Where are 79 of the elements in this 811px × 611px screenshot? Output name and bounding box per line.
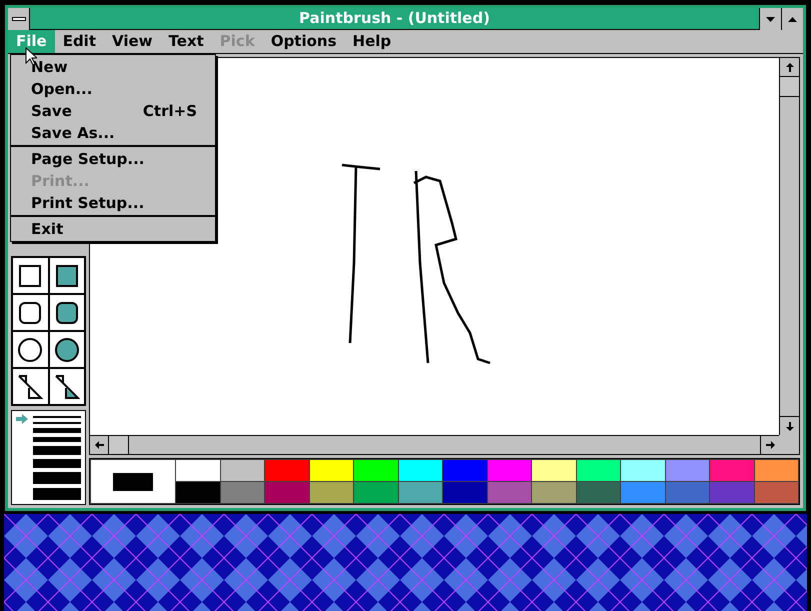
tool-button[interactable] bbox=[12, 368, 48, 405]
minimize-button[interactable] bbox=[759, 8, 781, 30]
color-swatch[interactable] bbox=[398, 460, 442, 481]
color-swatch[interactable] bbox=[354, 482, 398, 503]
color-swatch[interactable] bbox=[176, 460, 220, 481]
horizontal-scrollbar[interactable] bbox=[90, 435, 779, 454]
color-swatch[interactable] bbox=[532, 460, 576, 481]
line-width-option[interactable] bbox=[33, 416, 81, 418]
menu-entry[interactable]: Open... bbox=[11, 78, 215, 100]
menu-item[interactable]: Help bbox=[344, 30, 400, 53]
tool-button[interactable] bbox=[12, 257, 48, 294]
color-swatch[interactable] bbox=[265, 460, 308, 481]
menu-item[interactable]: Edit bbox=[54, 30, 104, 53]
color-swatch[interactable] bbox=[666, 460, 709, 481]
color-swatch[interactable] bbox=[398, 482, 442, 503]
menu-entry[interactable]: Page Setup... bbox=[11, 148, 215, 170]
scroll-thumb[interactable] bbox=[780, 77, 799, 97]
maximize-button[interactable] bbox=[781, 8, 803, 30]
right-arrow-icon bbox=[766, 441, 774, 449]
color-swatch[interactable] bbox=[532, 482, 576, 503]
color-swatch[interactable] bbox=[621, 460, 664, 481]
color-swatch[interactable] bbox=[754, 482, 798, 503]
menu-entry[interactable]: Save Ctrl+S bbox=[11, 100, 215, 122]
color-swatch[interactable] bbox=[576, 460, 620, 481]
menu-entry-label: New bbox=[31, 56, 68, 78]
color-swatch[interactable] bbox=[220, 482, 264, 503]
color-swatch[interactable] bbox=[754, 460, 798, 481]
line-width-option[interactable] bbox=[33, 436, 81, 442]
dash-icon bbox=[12, 17, 26, 21]
color-swatch[interactable] bbox=[488, 460, 531, 481]
color-swatch[interactable] bbox=[265, 482, 308, 503]
color-swatch[interactable] bbox=[621, 482, 664, 503]
menu-entry[interactable]: New bbox=[11, 56, 215, 78]
color-swatch[interactable] bbox=[443, 482, 486, 503]
color-swatch[interactable] bbox=[354, 460, 398, 481]
color-swatch[interactable] bbox=[710, 482, 754, 503]
line-width-option[interactable] bbox=[33, 472, 81, 484]
line-width-option[interactable] bbox=[33, 422, 81, 424]
menu-entry[interactable]: Print Setup... bbox=[11, 192, 215, 214]
line-width-option[interactable] bbox=[33, 428, 81, 432]
menu-entry-label: Save As... bbox=[31, 122, 115, 144]
up-arrow-icon bbox=[786, 62, 794, 72]
menu-item[interactable]: View bbox=[104, 30, 161, 53]
tool-button[interactable] bbox=[48, 368, 85, 405]
down-arrow-icon bbox=[786, 422, 794, 430]
menu-entry-label: Open... bbox=[31, 78, 92, 100]
menu-entry-label: Page Setup... bbox=[31, 148, 145, 170]
color-swatch[interactable] bbox=[310, 460, 353, 481]
tool-button[interactable] bbox=[12, 294, 48, 331]
color-swatch[interactable] bbox=[220, 460, 264, 481]
line-width-option[interactable] bbox=[33, 458, 81, 468]
tool-button[interactable] bbox=[48, 331, 85, 368]
tool-button[interactable] bbox=[12, 331, 48, 368]
menu-entry[interactable]: Exit bbox=[11, 218, 215, 240]
shortcut-text: Ctrl+S bbox=[142, 100, 197, 122]
color-swatch[interactable] bbox=[310, 482, 353, 503]
tool-button[interactable] bbox=[48, 257, 85, 294]
line-width-option[interactable] bbox=[33, 488, 81, 500]
vertical-scrollbar[interactable] bbox=[779, 58, 799, 435]
up-triangle-icon bbox=[788, 16, 797, 22]
menu-item[interactable]: Text bbox=[160, 30, 212, 53]
menu-entry[interactable]: Save As... bbox=[11, 122, 215, 144]
color-swatch[interactable] bbox=[176, 482, 220, 503]
color-swatch[interactable] bbox=[443, 460, 486, 481]
tool-button[interactable] bbox=[48, 294, 85, 331]
down-triangle-icon bbox=[766, 16, 775, 22]
title-bar: Paintbrush - (Untitled) bbox=[30, 8, 759, 29]
color-swatch[interactable] bbox=[710, 460, 754, 481]
scroll-thumb[interactable] bbox=[109, 436, 129, 454]
menu-entry-label: Exit bbox=[31, 218, 64, 240]
color-swatch[interactable] bbox=[488, 482, 531, 503]
color-swatch[interactable] bbox=[576, 482, 620, 503]
menu-entry-label: Save bbox=[31, 100, 72, 122]
system-menu-button[interactable] bbox=[8, 8, 30, 30]
line-width-option[interactable] bbox=[33, 446, 81, 454]
color-swatch[interactable] bbox=[666, 482, 709, 503]
menu-item[interactable]: Options bbox=[262, 30, 345, 53]
left-arrow-icon bbox=[94, 441, 104, 449]
menu-entry-label: Print Setup... bbox=[31, 192, 144, 214]
